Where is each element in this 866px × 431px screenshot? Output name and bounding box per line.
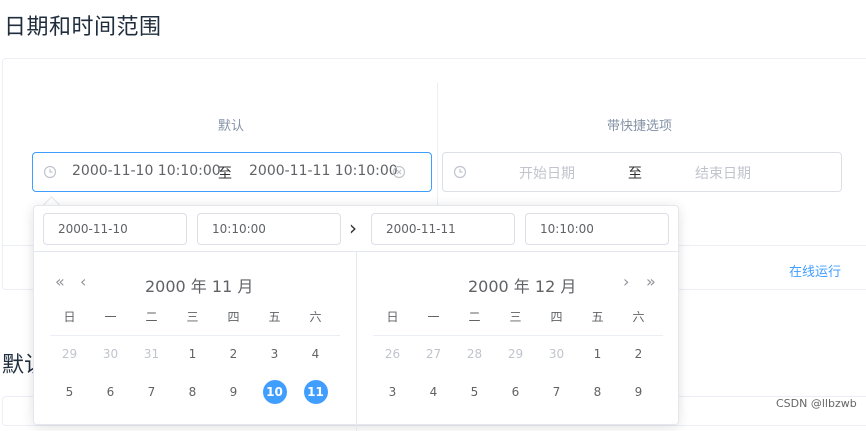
right-week-row: 3 4 5 6 7 8 9: [372, 379, 659, 405]
default-caption: 默认: [218, 119, 245, 134]
weekday-label: 日: [386, 310, 399, 324]
weekday-label: 六: [309, 310, 322, 324]
panel-column-divider: [356, 251, 357, 431]
day-cell[interactable]: 2: [618, 341, 659, 367]
day-cell[interactable]: 31: [131, 341, 172, 367]
day-cell[interactable]: 7: [536, 379, 577, 405]
selected-end-day[interactable]: 11: [295, 379, 336, 405]
clock-icon: [453, 165, 467, 179]
default-datetime-range[interactable]: 2000-11-10 10:10:00 至 2000-11-11 10:10:0…: [32, 152, 432, 192]
weekday-label: 二: [468, 310, 481, 324]
prev-month-icon[interactable]: ‹: [80, 272, 86, 291]
right-weekday-row: 日 一 二 三 四 五 六: [372, 308, 659, 325]
day-cell[interactable]: 5: [49, 379, 90, 405]
day-cell[interactable]: 4: [413, 379, 454, 405]
day-cell[interactable]: 30: [90, 341, 131, 367]
weekday-label: 日: [63, 310, 76, 324]
range-separator: 至: [218, 166, 232, 182]
day-cell[interactable]: 1: [172, 341, 213, 367]
page-title: 日期和时间范围: [4, 15, 162, 40]
weekday-label: 五: [268, 310, 281, 324]
day-cell[interactable]: 6: [495, 379, 536, 405]
weekday-label: 四: [550, 310, 563, 324]
day-cell[interactable]: 8: [172, 379, 213, 405]
weekday-label: 六: [632, 310, 645, 324]
day-cell[interactable]: 8: [577, 379, 618, 405]
day-cell[interactable]: 3: [254, 341, 295, 367]
day-cell[interactable]: 9: [213, 379, 254, 405]
left-week-row: 29 30 31 1 2 3 4: [49, 341, 336, 367]
day-cell[interactable]: 4: [295, 341, 336, 367]
right-time-input[interactable]: 10:10:00: [525, 213, 669, 245]
range-separator: 至: [628, 166, 642, 182]
watermark: CSDN @llbzwb: [776, 397, 857, 410]
shortcuts-datetime-range[interactable]: 开始日期 至 结束日期: [442, 152, 842, 192]
right-date-input[interactable]: 2000-11-11: [371, 213, 515, 245]
end-date-placeholder[interactable]: 结束日期: [695, 163, 751, 183]
left-weekday-row: 日 一 二 三 四 五 六: [49, 308, 336, 325]
next-year-icon[interactable]: »: [646, 272, 656, 291]
weekday-label: 一: [104, 310, 117, 324]
clear-icon[interactable]: [392, 165, 406, 179]
weekday-label: 三: [186, 310, 199, 324]
clock-icon: [43, 165, 57, 179]
panel-header-divider: [34, 251, 680, 252]
day-cell[interactable]: 29: [495, 341, 536, 367]
weekday-label: 一: [427, 310, 440, 324]
shortcuts-caption: 带快捷选项: [607, 119, 673, 134]
right-month-title: 2000 年 12 月: [468, 277, 577, 296]
selected-end-day-label: 11: [303, 380, 328, 404]
day-cell[interactable]: 29: [49, 341, 90, 367]
weekday-divider: [373, 335, 663, 336]
day-cell[interactable]: 6: [90, 379, 131, 405]
day-cell[interactable]: 1: [577, 341, 618, 367]
day-cell[interactable]: 2: [213, 341, 254, 367]
weekday-label: 四: [227, 310, 240, 324]
range-start-input[interactable]: 2000-11-10 10:10:00: [72, 163, 221, 179]
weekday-label: 二: [145, 310, 158, 324]
next-month-icon[interactable]: ›: [623, 272, 629, 291]
weekday-label: 五: [591, 310, 604, 324]
day-cell[interactable]: 26: [372, 341, 413, 367]
left-month-title: 2000 年 11 月: [145, 277, 254, 296]
datetime-range-picker-panel: 2000-11-10 10:10:00 › 2000-11-11 10:10:0…: [33, 205, 680, 431]
weekday-label: 三: [509, 310, 522, 324]
selected-start-day-label: 10: [262, 380, 287, 404]
day-cell[interactable]: 27: [413, 341, 454, 367]
day-cell[interactable]: 3: [372, 379, 413, 405]
left-week-row: 5 6 7 8 9 10 11: [49, 379, 336, 405]
start-date-placeholder[interactable]: 开始日期: [519, 163, 575, 183]
day-cell[interactable]: 28: [454, 341, 495, 367]
prev-year-icon[interactable]: «: [55, 272, 65, 291]
selected-start-day[interactable]: 10: [254, 379, 295, 405]
left-time-input[interactable]: 10:10:00: [197, 213, 341, 245]
range-end-input[interactable]: 2000-11-11 10:10:00: [249, 163, 398, 179]
arrow-right-icon: ›: [349, 216, 357, 240]
day-cell[interactable]: 9: [618, 379, 659, 405]
weekday-divider: [50, 335, 340, 336]
day-cell[interactable]: 5: [454, 379, 495, 405]
run-online-link[interactable]: 在线运行: [789, 261, 841, 280]
day-cell[interactable]: 7: [131, 379, 172, 405]
day-cell[interactable]: 30: [536, 341, 577, 367]
right-week-row: 26 27 28 29 30 1 2: [372, 341, 659, 367]
left-date-input[interactable]: 2000-11-10: [43, 213, 187, 245]
